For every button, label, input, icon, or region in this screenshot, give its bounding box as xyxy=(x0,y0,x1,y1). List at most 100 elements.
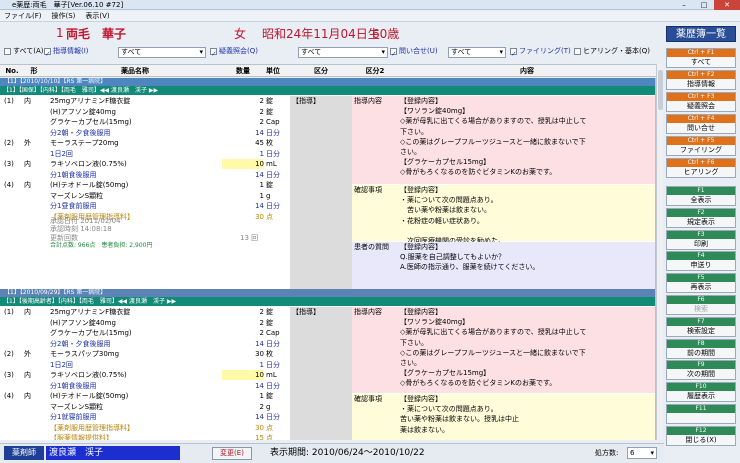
col-div2: 区分2 xyxy=(365,67,385,75)
filter-disease[interactable]: 疑義照会(Q) xyxy=(210,44,258,61)
table-row[interactable]: 分1朝食後服用 14 日分 xyxy=(0,381,655,391)
button-label: 検索設定 xyxy=(687,326,715,335)
filter-inquiry[interactable]: 問い合せ(U) xyxy=(390,44,438,61)
rx2-band[interactable]: 【1】【2010/09/29】【RS 第一病院】 xyxy=(0,289,655,297)
row-kind: 内 xyxy=(24,392,31,400)
table-row[interactable]: (3) 内 ラキソベロン液(0.75%) 10 mL xyxy=(0,159,655,169)
checkbox-hearing[interactable] xyxy=(574,47,581,55)
table-row[interactable]: (1) 内 25mgアリナミンF糖衣錠 2 錠 xyxy=(0,96,655,106)
side-filter-button-4[interactable]: Ctrl + F4 問い合せ xyxy=(666,114,736,134)
patient-sex: 女 xyxy=(234,26,247,41)
row-med-name: ラキソベロン液(0.75%) xyxy=(50,160,127,168)
pharmacist-name: 渡良瀬 渓子 xyxy=(46,446,180,460)
function-button-f4[interactable]: F4 申送り xyxy=(666,251,736,272)
scrollbar-thumb[interactable] xyxy=(658,70,663,110)
table-row[interactable]: グラケーカプセル(15mg) 2 Cap xyxy=(0,328,655,338)
maximize-icon[interactable]: □ xyxy=(694,0,714,10)
col-unit: 単位 xyxy=(266,67,280,75)
side-filter-button-1[interactable]: Ctrl + F1 すべて xyxy=(666,48,736,68)
rx2-dept[interactable]: 【1】【後期高齢者】【内科】【両毛 雅司】◀◀ 渡良瀬 渓子 ▶▶ xyxy=(0,297,655,306)
row-unit: 錠 xyxy=(266,181,273,189)
row-med-name: 【服薬情報提供料】 xyxy=(50,434,113,440)
shortcut-key: F4 xyxy=(667,252,735,261)
table-row[interactable]: 分1就寝前服用 14 日分 xyxy=(0,412,655,422)
table-row[interactable]: (3) 内 ラキソベロン液(0.75%) 10 mL xyxy=(0,370,655,380)
side-filter-button-6[interactable]: Ctrl + F6 ヒアリング xyxy=(666,158,736,178)
table-row[interactable]: 1日2回 1 日分 xyxy=(0,360,655,370)
guidance-select[interactable]: すべて xyxy=(118,45,206,59)
table-row[interactable]: (H)アフソン錠40mg 2 錠 xyxy=(0,107,655,117)
row-no: (1) xyxy=(4,97,14,105)
list-scrollbar[interactable] xyxy=(656,64,663,440)
side-filter-button-2[interactable]: Ctrl + F2 指導情報 xyxy=(666,70,736,90)
prescription-list[interactable]: 【1】【2010/10/10】【RS 第一病院】 【1】【国保】【内科】【両毛 … xyxy=(0,78,656,440)
rx-count-select[interactable]: 6 xyxy=(627,447,657,459)
filter-hearing[interactable]: ヒアリング・基本(Q) xyxy=(574,44,650,58)
rx1-band[interactable]: 【1】【2010/10/10】【RS 第一病院】 xyxy=(0,78,655,86)
row-qty: 2 xyxy=(259,402,264,411)
shortcut-key: Ctrl + F5 xyxy=(667,137,735,145)
table-row[interactable]: 分1昼食前服用 14 日分 xyxy=(0,201,655,211)
table-row[interactable]: (2) 外 モーラスパップ30mg 30 枚 xyxy=(0,349,655,359)
change-button[interactable]: 変更(E) xyxy=(212,447,252,460)
checkbox-all[interactable] xyxy=(4,47,11,55)
checkbox-file[interactable] xyxy=(510,47,517,61)
menu-operation[interactable]: 操作(S) xyxy=(52,11,76,21)
checkbox-inquiry[interactable] xyxy=(390,47,397,61)
rx1-question-label: 患者の質問 xyxy=(354,243,389,251)
function-button-f12[interactable]: F12 閉じる(X) xyxy=(666,425,736,446)
row-med-name: 【薬剤服用歴管理指導料】 xyxy=(50,423,134,432)
table-row[interactable]: 分1朝食後服用 14 日分 xyxy=(0,170,655,180)
table-row[interactable]: マーズレンS顆粒 2 g xyxy=(0,402,655,412)
display-period: 表示期間: 2010/06/24〜2010/10/22 xyxy=(270,448,425,458)
col-name: 薬品名称 xyxy=(121,67,149,75)
row-no: (4) xyxy=(4,392,14,400)
col-no: No. xyxy=(5,67,19,75)
rx1-update-val: 13 回 xyxy=(240,234,259,242)
function-button-f2[interactable]: F2 規定表示 xyxy=(666,207,736,228)
rx1-dept[interactable]: 【1】【国保】【内科】【両毛 雅司】◀◀ 渡良瀬 渓子 ▶▶ xyxy=(0,86,655,95)
shortcut-key: F10 xyxy=(667,383,735,392)
shortcut-key: Ctrl + F1 xyxy=(667,49,735,57)
table-row[interactable]: 【薬剤服用歴管理指導料】 30 点 xyxy=(0,423,655,433)
row-med-name: 分1昼食前服用 xyxy=(50,202,97,210)
table-row[interactable]: グラケーカプセル(15mg) 2 Cap xyxy=(0,117,655,127)
table-row[interactable]: 【服薬情報提供料】 15 点 xyxy=(0,433,655,440)
function-button-f11[interactable]: F11 xyxy=(666,404,736,424)
filter-all[interactable]: すべて(A) xyxy=(4,44,43,58)
filter-file[interactable]: ファイリング(T) xyxy=(510,44,571,61)
function-button-f1[interactable]: F1 全表示 xyxy=(666,186,736,206)
function-button-f5[interactable]: F5 再表示 xyxy=(666,273,736,294)
function-button-f8[interactable]: F8 前の期間 xyxy=(666,338,736,359)
function-button-f6[interactable]: F6 検索 xyxy=(666,295,736,315)
table-row[interactable]: 1日2回 1 日分 xyxy=(0,149,655,159)
side-filter-button-5[interactable]: Ctrl + F5 ファイリング xyxy=(666,136,736,156)
function-button-f10[interactable]: F10 履歴表示 xyxy=(666,382,736,403)
function-button-f7[interactable]: F7 検索設定 xyxy=(666,316,736,337)
menu-file[interactable]: ファイル(F) xyxy=(4,11,42,21)
table-row[interactable]: (4) 内 (H)テオドール錠(50mg) 1 錠 xyxy=(0,391,655,401)
checkbox-disease[interactable] xyxy=(210,47,217,61)
minimize-icon[interactable]: – xyxy=(674,0,694,10)
disease-select[interactable]: すべて xyxy=(298,45,388,59)
table-row[interactable]: (2) 外 モーラステープ20mg 45 枚 xyxy=(0,138,655,148)
table-row[interactable]: 分2朝・夕食後服用 14 日分 xyxy=(0,128,655,138)
function-button-f3[interactable]: F3 印刷 xyxy=(666,229,736,250)
menu-view[interactable]: 表示(V) xyxy=(85,11,109,21)
inquiry-select[interactable]: すべて xyxy=(448,45,506,59)
close-icon[interactable]: ✕ xyxy=(714,0,740,10)
table-row[interactable]: (1) 内 25mgアリナミンF糖衣錠 2 錠 xyxy=(0,307,655,317)
table-row[interactable]: 分2朝・夕食後服用 14 日分 xyxy=(0,339,655,349)
button-label: 疑義照会 xyxy=(687,102,715,110)
table-row[interactable]: (4) 内 (H)テオドール錠(50mg) 1 錠 xyxy=(0,180,655,190)
table-row[interactable]: マーズレンS顆粒 1 g xyxy=(0,191,655,201)
checkbox-guidance[interactable] xyxy=(44,47,51,61)
shortcut-key: F3 xyxy=(667,230,735,239)
row-med-name: グラケーカプセル(15mg) xyxy=(50,118,132,126)
function-button-f9[interactable]: F9 次の期間 xyxy=(666,360,736,381)
filter-guidance[interactable]: 指導情報(I) xyxy=(44,44,89,61)
side-filter-button-3[interactable]: Ctrl + F3 疑義照会 xyxy=(666,92,736,112)
content-line: Q.服薬を自己調整してもよいか？ xyxy=(400,253,506,262)
table-row[interactable]: (H)アフソン錠40mg 2 錠 xyxy=(0,318,655,328)
button-label: 申送り xyxy=(690,261,712,270)
